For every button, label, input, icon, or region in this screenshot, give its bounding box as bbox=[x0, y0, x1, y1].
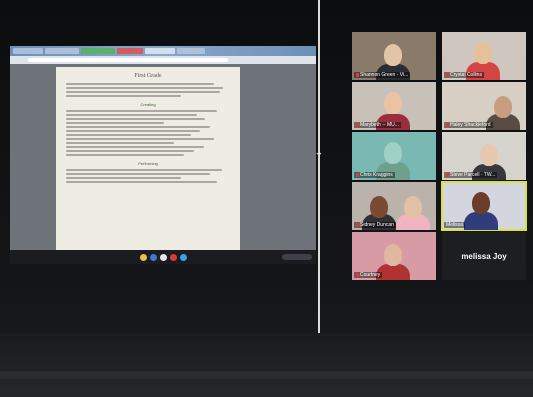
divider-handle-icon[interactable]: ↔ bbox=[313, 149, 325, 157]
youtube-icon[interactable] bbox=[169, 253, 177, 261]
document-page: First Grade Creating Performing bbox=[56, 67, 240, 250]
mic-muted-icon bbox=[356, 73, 359, 77]
participant-tile[interactable]: Crystal Collins bbox=[442, 32, 526, 80]
browser-tab[interactable] bbox=[117, 48, 143, 54]
monitor-bezel bbox=[0, 333, 533, 397]
participant-name: Steve Parcell - TW... bbox=[444, 172, 498, 178]
browser-tab[interactable] bbox=[45, 48, 79, 54]
participant-name-video-off: melissa Joy bbox=[461, 252, 507, 261]
mic-muted-icon bbox=[446, 73, 449, 77]
browser-tab-active[interactable] bbox=[145, 48, 175, 54]
mic-muted-icon bbox=[356, 273, 359, 277]
mic-muted-icon bbox=[446, 173, 449, 177]
chrome-icon[interactable] bbox=[139, 253, 147, 261]
zoom-gallery: Shannon Green - Vi... Crystal Collins Ma… bbox=[352, 32, 528, 286]
mic-muted-icon bbox=[356, 173, 359, 177]
browser-tab[interactable] bbox=[81, 48, 115, 54]
mic-muted-icon bbox=[356, 223, 359, 227]
participant-tile[interactable]: Sidney Duncan bbox=[352, 182, 436, 230]
participant-tile[interactable]: Shannon Green - Vi... bbox=[352, 32, 436, 80]
participant-name: Shannon Green - Vi... bbox=[354, 72, 411, 78]
participant-tile-video-off[interactable]: melissa Joy bbox=[442, 232, 526, 280]
document-title: First Grade bbox=[134, 73, 162, 79]
participant-tile-active-speaker[interactable]: Melissa bbox=[441, 181, 527, 231]
participant-tile[interactable]: Marybeth -- MU... bbox=[352, 82, 436, 130]
address-bar[interactable] bbox=[10, 56, 316, 64]
files-icon[interactable] bbox=[159, 253, 167, 261]
participant-name: Chris Kraggins bbox=[354, 172, 395, 178]
document-section-heading: Performing bbox=[138, 161, 158, 166]
participant-name: Haley Shackleford bbox=[444, 122, 493, 128]
mic-muted-icon bbox=[356, 123, 359, 127]
browser-tab[interactable] bbox=[13, 48, 43, 54]
participant-name: Crystal Collins bbox=[444, 72, 484, 78]
monitor-photo: First Grade Creating Performing ↔ Shanno… bbox=[0, 0, 533, 397]
docs-icon[interactable] bbox=[149, 253, 157, 261]
document-section-heading: Creating bbox=[140, 102, 156, 107]
participant-tile[interactable]: Steve Parcell - TW... bbox=[442, 132, 526, 180]
participant-name: Marybeth -- MU... bbox=[354, 122, 401, 128]
participant-name: Sidney Duncan bbox=[354, 222, 396, 228]
zoom-icon[interactable] bbox=[179, 253, 187, 261]
mic-muted-icon bbox=[446, 123, 449, 127]
browser-tab[interactable] bbox=[177, 48, 205, 54]
participant-tile[interactable]: Courtney bbox=[352, 232, 436, 280]
participant-name: Melissa bbox=[444, 222, 465, 228]
participant-tile[interactable]: Chris Kraggins bbox=[352, 132, 436, 180]
screen-split-divider[interactable] bbox=[318, 0, 320, 333]
participant-name: Courtney bbox=[354, 272, 383, 278]
browser-tab-strip bbox=[10, 46, 316, 56]
system-tray[interactable] bbox=[282, 254, 312, 260]
taskbar bbox=[10, 250, 316, 264]
shared-screen: First Grade Creating Performing bbox=[10, 46, 316, 264]
participant-tile[interactable]: Haley Shackleford bbox=[442, 82, 526, 130]
